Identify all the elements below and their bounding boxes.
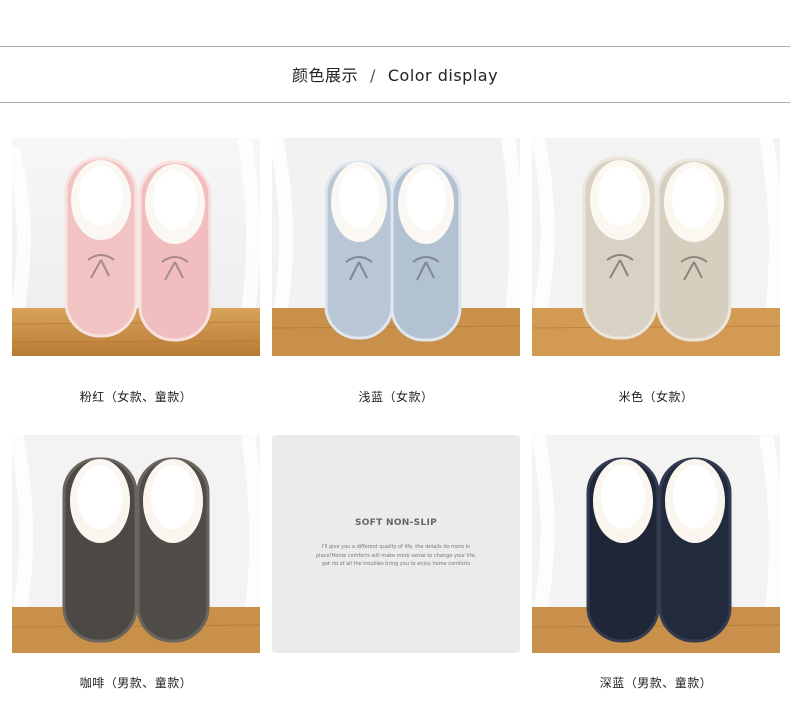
slipper-right-icon — [138, 160, 212, 342]
slipper-left-icon — [324, 160, 394, 340]
promo-card: SOFT NON-SLIP I'll give you a different … — [272, 435, 520, 653]
header-title-en: Color display — [387, 66, 499, 85]
product-card-light-blue[interactable] — [272, 138, 520, 356]
product-card-coffee[interactable] — [12, 435, 260, 653]
slipper-right-icon — [390, 162, 462, 342]
product-card-pink[interactable] — [12, 138, 260, 356]
slipper-right-icon — [658, 457, 732, 643]
product-card-navy[interactable] — [532, 435, 780, 653]
product-photo — [12, 435, 260, 653]
section-header: 颜色展示 / Color display — [0, 62, 790, 86]
product-photo — [12, 138, 260, 356]
bottom-divider — [0, 102, 790, 103]
product-photo — [272, 138, 520, 356]
slipper-left-icon — [586, 457, 660, 643]
promo-text: I'll give you a different quality of lif… — [316, 544, 476, 567]
promo-title: SOFT NON-SLIP — [354, 518, 438, 528]
slipper-left-icon — [582, 156, 658, 340]
product-caption-navy: 深蓝（男款、童款） — [599, 676, 713, 690]
slipper-left-icon — [64, 156, 138, 338]
header-separator: / — [369, 66, 376, 85]
slipper-left-icon — [62, 457, 138, 643]
product-photo — [532, 435, 780, 653]
slipper-right-icon — [136, 457, 210, 643]
product-card-beige[interactable] — [532, 138, 780, 356]
top-divider — [0, 46, 790, 47]
product-caption-beige: 米色（女款） — [618, 390, 694, 404]
header-title-cn: 颜色展示 — [291, 66, 358, 85]
product-photo — [532, 138, 780, 356]
product-caption-coffee: 咖啡（男款、童款） — [79, 676, 193, 690]
slipper-right-icon — [656, 158, 732, 342]
product-caption-pink: 粉红（女款、童款） — [79, 390, 193, 404]
product-caption-light-blue: 浅蓝（女款） — [358, 390, 434, 404]
